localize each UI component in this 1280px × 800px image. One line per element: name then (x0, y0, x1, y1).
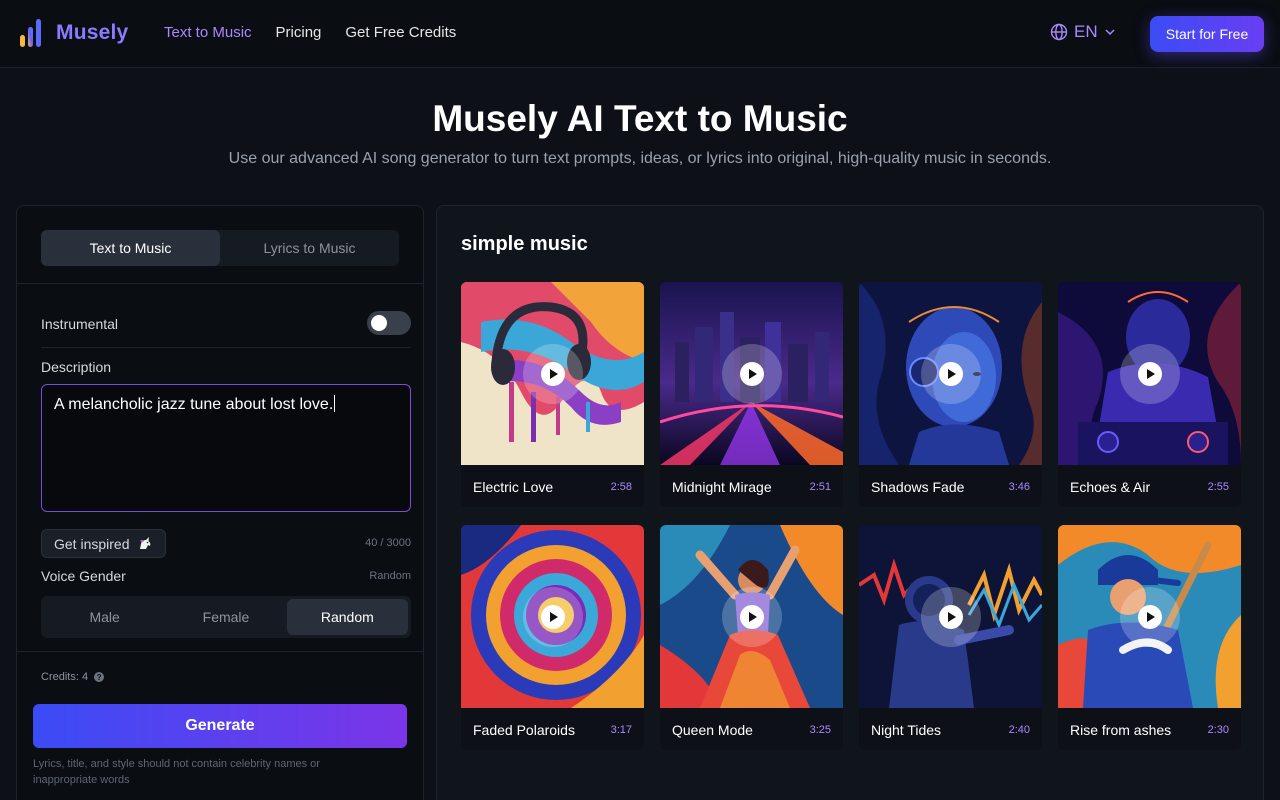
play-icon (939, 362, 963, 386)
language-code: EN (1074, 22, 1098, 41)
track-card[interactable]: Queen Mode 3:25 (660, 525, 843, 750)
music-gallery: simple music Electric Love 2:58 Midnight… (436, 205, 1264, 800)
nav-pricing[interactable]: Pricing (276, 24, 322, 41)
voice-gender-label: Voice Gender (41, 568, 126, 584)
divider (17, 651, 423, 652)
tab-text-to-music[interactable]: Text to Music (41, 230, 220, 266)
play-button[interactable] (1120, 344, 1180, 404)
track-duration: 2:40 (1008, 724, 1030, 736)
get-inspired-button[interactable]: Get inspired (41, 529, 166, 558)
track-duration: 2:30 (1207, 724, 1229, 736)
play-button[interactable] (921, 344, 981, 404)
play-button[interactable] (722, 587, 782, 647)
help-icon[interactable]: ? (94, 672, 105, 682)
track-duration: 3:46 (1008, 481, 1030, 493)
credits-info: Credits: 4 ? (41, 671, 105, 683)
unicorn-icon (140, 536, 151, 549)
page-subtitle: Use our advanced AI song generator to tu… (228, 150, 1052, 167)
credits-label: Credits: 4 (41, 671, 89, 683)
play-button[interactable] (1120, 587, 1180, 647)
track-card[interactable]: Electric Love 2:58 (461, 282, 644, 507)
voice-gender-selector: Male Female Random (41, 596, 411, 638)
logo-icon (20, 19, 41, 47)
brand-name: Musely (56, 21, 129, 44)
play-icon (541, 605, 565, 629)
track-card[interactable]: Midnight Mirage 2:51 (660, 282, 843, 507)
chevron-down-icon (1105, 29, 1115, 36)
generator-panel: Text to Music Lyrics to Music Instrument… (16, 205, 424, 800)
page-title: Musely AI Text to Music (432, 98, 848, 139)
description-label: Description (41, 359, 112, 375)
track-card[interactable]: Faded Polaroids 3:17 (461, 525, 644, 750)
description-input[interactable]: A melancholic jazz tune about lost love. (41, 384, 411, 512)
gender-option-male[interactable]: Male (44, 599, 165, 635)
play-button[interactable] (722, 344, 782, 404)
track-title: Echoes & Air (1070, 479, 1151, 495)
instrumental-toggle[interactable] (367, 311, 411, 335)
play-icon (740, 605, 764, 629)
track-card[interactable]: Echoes & Air 2:55 (1058, 282, 1241, 507)
top-navbar: Musely Text to Music Pricing Get Free Cr… (0, 0, 1280, 68)
track-duration: 3:17 (610, 724, 632, 736)
play-button[interactable] (921, 587, 981, 647)
start-for-free-button[interactable]: Start for Free (1150, 16, 1264, 52)
track-card[interactable]: Shadows Fade 3:46 (859, 282, 1042, 507)
track-title: Midnight Mirage (672, 479, 772, 495)
get-inspired-label: Get inspired (54, 535, 130, 552)
play-icon (1138, 362, 1162, 386)
track-title: Queen Mode (672, 722, 753, 738)
play-icon (1138, 605, 1162, 629)
nav-text-to-music[interactable]: Text to Music (164, 24, 252, 41)
play-button[interactable] (523, 587, 583, 647)
gender-option-female[interactable]: Female (165, 599, 286, 635)
nav-get-free-credits[interactable]: Get Free Credits (345, 24, 456, 41)
track-duration: 2:58 (610, 481, 632, 493)
play-icon (939, 605, 963, 629)
divider (41, 347, 411, 348)
track-duration: 3:25 (809, 724, 831, 736)
track-title: Electric Love (473, 479, 554, 495)
toggle-knob (371, 315, 387, 331)
content-disclaimer: Lyrics, title, and style should not cont… (33, 758, 320, 786)
play-icon (541, 362, 565, 386)
generate-button[interactable]: Generate (33, 704, 407, 748)
play-button[interactable] (523, 344, 583, 404)
gallery-title: simple music (461, 233, 588, 255)
track-title: Faded Polaroids (473, 722, 575, 738)
instrumental-label: Instrumental (41, 316, 119, 332)
track-title: Rise from ashes (1070, 722, 1172, 738)
voice-gender-value: Random (369, 570, 411, 582)
main-nav: Text to Music Pricing Get Free Credits (164, 24, 456, 41)
track-title: Night Tides (871, 722, 942, 738)
character-count: 40 / 3000 (365, 537, 411, 549)
tab-lyrics-to-music[interactable]: Lyrics to Music (220, 230, 399, 266)
track-card[interactable]: Rise from ashes 2:30 (1058, 525, 1241, 750)
track-card[interactable]: Night Tides 2:40 (859, 525, 1042, 750)
globe-icon (1050, 23, 1068, 41)
description-text: A melancholic jazz tune about lost love. (54, 396, 334, 413)
gender-option-random[interactable]: Random (286, 599, 408, 635)
divider (17, 283, 423, 284)
track-duration: 2:55 (1207, 481, 1229, 493)
mode-tabs: Text to Music Lyrics to Music (41, 230, 399, 266)
brand-logo[interactable]: Musely (18, 17, 128, 49)
track-duration: 2:51 (809, 481, 831, 493)
text-caret (334, 395, 336, 412)
play-icon (740, 362, 764, 386)
language-selector[interactable]: EN (1050, 22, 1116, 42)
track-title: Shadows Fade (871, 479, 965, 495)
